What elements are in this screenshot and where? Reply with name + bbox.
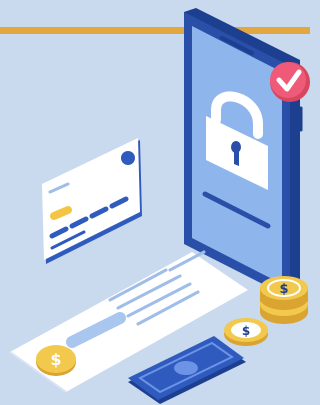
payment-security-illustration: $ $ $: [0, 0, 310, 405]
checkmark-badge-icon: [270, 62, 310, 102]
coin-icon: $: [260, 276, 308, 324]
coin-icon: $: [224, 318, 268, 346]
coin-stack-symbol: $: [279, 282, 288, 297]
accent-bar: [0, 27, 310, 34]
coin-symbol: $: [242, 324, 250, 338]
receipt-coin-symbol: $: [50, 350, 61, 369]
